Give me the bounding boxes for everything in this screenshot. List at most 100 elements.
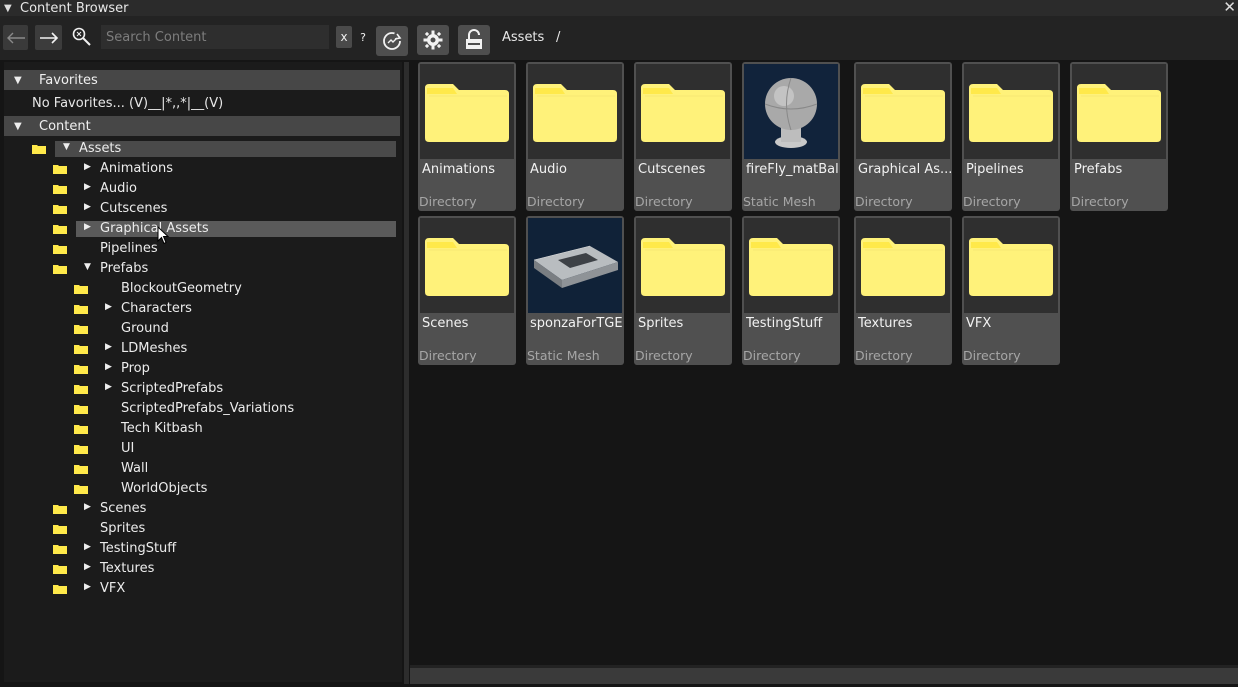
folder-icon: [964, 64, 1058, 159]
asset-tile[interactable]: Textures Directory: [854, 216, 952, 365]
breadcrumb-separator: /: [556, 30, 561, 45]
asset-name: sponzaForTGE: [530, 316, 623, 331]
collapsed-arrow-icon[interactable]: ▶: [84, 222, 91, 232]
asset-type: Directory: [635, 348, 693, 363]
collapsed-arrow-icon[interactable]: ▶: [84, 502, 91, 512]
tree-item[interactable]: ▶ Textures: [0, 561, 400, 579]
tree-item[interactable]: Ground: [0, 321, 400, 339]
collapsed-arrow-icon[interactable]: ▶: [84, 582, 91, 592]
content-header[interactable]: ▼ Content: [4, 116, 400, 136]
collapsed-arrow-icon[interactable]: ▶: [84, 202, 91, 212]
tree-item-label: Sprites: [100, 521, 146, 536]
expanded-arrow-icon[interactable]: ▼: [84, 262, 91, 272]
tree-item[interactable]: ▶ Prop: [0, 361, 400, 379]
collapsed-arrow-icon[interactable]: ▶: [84, 182, 91, 192]
horizontal-scrollbar[interactable]: [410, 668, 1238, 684]
asset-tile[interactable]: fireFly_matBall0 Static Mesh: [742, 62, 840, 211]
folder-icon: [74, 344, 88, 354]
tree-item[interactable]: ▶ LDMeshes: [0, 341, 400, 359]
settings-button[interactable]: [417, 25, 449, 55]
tree-item[interactable]: Tech Kitbash: [0, 421, 400, 439]
collapsed-arrow-icon[interactable]: ▶: [105, 302, 112, 312]
tree-item-label: Textures: [100, 561, 155, 576]
folder-icon: [856, 218, 950, 313]
tree-item-label: WorldObjects: [121, 481, 208, 496]
asset-tile[interactable]: sponzaForTGE Static Mesh: [526, 216, 624, 365]
asset-tile[interactable]: Graphical As... Directory: [854, 62, 952, 211]
collapsed-arrow-icon[interactable]: ▶: [105, 362, 112, 372]
help-button[interactable]: ?: [356, 28, 370, 46]
asset-tile[interactable]: Animations Directory: [418, 62, 516, 211]
tree-item[interactable]: WorldObjects: [0, 481, 400, 499]
tree-item[interactable]: ▶ Audio: [0, 181, 400, 199]
tree-item-label: Animations: [100, 161, 174, 176]
panel-splitter[interactable]: [404, 62, 409, 684]
tree-item[interactable]: ▶ Characters: [0, 301, 400, 319]
folder-icon: [74, 324, 88, 334]
asset-name: Scenes: [422, 316, 469, 331]
search-input[interactable]: [101, 25, 329, 49]
asset-tile[interactable]: Prefabs Directory: [1070, 62, 1168, 211]
collapsed-arrow-icon[interactable]: ▶: [84, 542, 91, 552]
folder-icon: [53, 244, 67, 254]
tree-item[interactable]: UI: [0, 441, 400, 459]
tree-item[interactable]: Wall: [0, 461, 400, 479]
folder-icon: [74, 364, 88, 374]
tree-item[interactable]: ▶ VFX: [0, 581, 400, 599]
asset-tile[interactable]: VFX Directory: [962, 216, 1060, 365]
tree-item-label: TestingStuff: [100, 541, 177, 556]
breadcrumb-assets[interactable]: Assets: [502, 30, 544, 45]
mouse-cursor-icon: [157, 226, 169, 245]
favorites-header[interactable]: ▼ Favorites: [4, 70, 400, 90]
tree-item[interactable]: ▼ Assets: [0, 141, 400, 159]
tree-item[interactable]: ▼ Prefabs: [0, 261, 400, 279]
expanded-arrow-icon[interactable]: ▼: [63, 142, 70, 152]
refresh-button[interactable]: [376, 26, 408, 56]
tree-item[interactable]: ▶ ScriptedPrefabs: [0, 381, 400, 399]
folder-icon: [1072, 64, 1166, 159]
tree-item[interactable]: Sprites: [0, 521, 400, 539]
collapsed-arrow-icon[interactable]: ▶: [105, 342, 112, 352]
tree-item[interactable]: ▶ Scenes: [0, 501, 400, 519]
collapsed-arrow-icon[interactable]: ▶: [84, 162, 91, 172]
collapse-triangle-icon[interactable]: ▼: [4, 3, 16, 14]
close-icon[interactable]: ✕: [1223, 0, 1236, 16]
asset-tile[interactable]: TestingStuff Directory: [742, 216, 840, 365]
tree-item[interactable]: BlockoutGeometry: [0, 281, 400, 299]
asset-tile[interactable]: Audio Directory: [526, 62, 624, 211]
tree-item[interactable]: ▶ TestingStuff: [0, 541, 400, 559]
tree-item-label: Prefabs: [100, 261, 149, 276]
asset-name: Pipelines: [966, 162, 1024, 177]
asset-tile[interactable]: Scenes Directory: [418, 216, 516, 365]
tree-item[interactable]: Pipelines: [0, 241, 400, 259]
tree-item-label: Scenes: [100, 501, 147, 516]
folder-icon: [32, 144, 46, 154]
tree-item-label: Graphical Assets: [100, 221, 209, 236]
tree-item[interactable]: ScriptedPrefabs_Variations: [0, 401, 400, 419]
tree-item[interactable]: ▶ Animations: [0, 161, 400, 179]
collapsed-arrow-icon[interactable]: ▶: [105, 382, 112, 392]
asset-type: Directory: [743, 348, 801, 363]
asset-tile[interactable]: Cutscenes Directory: [634, 62, 732, 211]
search-icon[interactable]: [70, 24, 94, 50]
tree-item-label: Assets: [79, 141, 122, 156]
clear-search-button[interactable]: x: [336, 26, 352, 48]
lock-button[interactable]: [458, 25, 490, 55]
collapsed-arrow-icon[interactable]: ▶: [84, 562, 91, 572]
folder-icon: [53, 264, 67, 274]
folder-icon: [420, 64, 514, 159]
toolbar: x ? Assets /: [0, 16, 1238, 60]
window-titlebar: ▼ Content Browser ✕: [0, 0, 1238, 16]
folder-icon: [636, 218, 730, 313]
asset-type: Directory: [963, 348, 1021, 363]
tree-item[interactable]: ▶ Cutscenes: [0, 201, 400, 219]
tree-item[interactable]: ▶ Graphical Assets: [0, 221, 400, 239]
tree-item-label: Pipelines: [100, 241, 158, 256]
asset-tile[interactable]: Sprites Directory: [634, 216, 732, 365]
tree-item-label: Tech Kitbash: [121, 421, 203, 436]
forward-button[interactable]: [35, 25, 62, 50]
asset-tile[interactable]: Pipelines Directory: [962, 62, 1060, 211]
folder-icon: [53, 564, 67, 574]
back-button[interactable]: [3, 25, 28, 50]
arrow-right-icon: [39, 31, 58, 44]
